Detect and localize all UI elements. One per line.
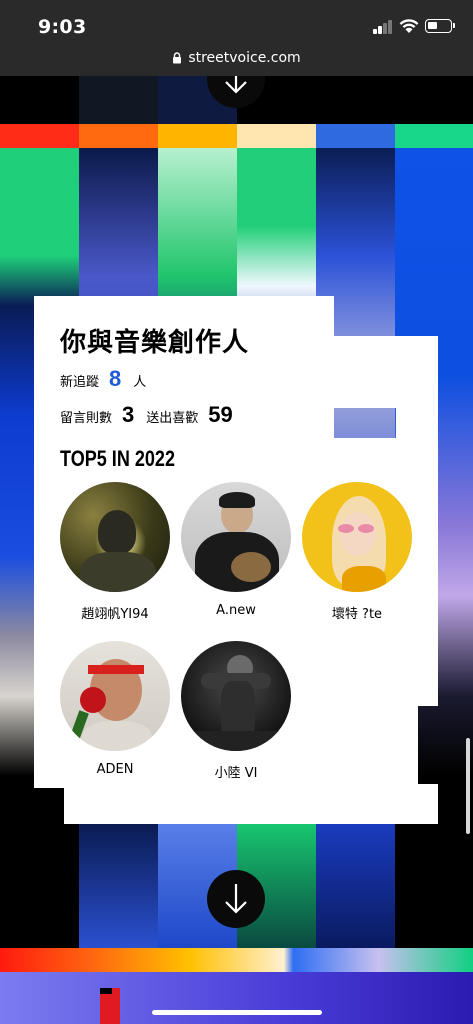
scroll-down-button[interactable] [207,870,265,928]
arrow-down-icon [225,884,247,914]
comments-label: 留言則數 [60,411,113,426]
wifi-icon [399,19,419,33]
artist-name: 壞特 ?te [331,607,383,622]
page-scrollbar[interactable] [466,738,470,834]
new-follows-unit: 人 [133,375,147,390]
new-follows-value: 8 [109,366,122,391]
artist-name: A.new [216,603,256,618]
url-bar-overlay: streetvoice.com [0,46,473,76]
url-text: streetvoice.com [188,50,301,66]
artist-item[interactable]: 小陸 VI [176,641,296,781]
top5-title: TOP5 IN 2022 [60,446,175,471]
lock-icon [173,52,182,64]
artist-item[interactable]: A.new [176,482,296,618]
artist-item[interactable]: 壞特 ?te [297,482,417,622]
card-title: 你與音樂創作人 [60,328,250,358]
activity-row: 留言則數 3 送出喜歡 59 [60,402,245,428]
artist-avatar[interactable] [60,641,170,751]
battery-level [428,22,437,29]
battery-icon [425,19,455,33]
new-follows-label: 新追蹤 [60,375,100,390]
artist-avatar[interactable] [302,482,412,592]
status-bar: 9:03 [0,0,473,46]
artist-item[interactable]: ADEN [55,641,175,777]
footer-band [0,972,473,1024]
artist-avatar[interactable] [60,482,170,592]
cellular-signal-icon [373,20,393,34]
new-follows-row: 新追蹤 8 人 [60,366,146,392]
artist-item[interactable]: 趙翊帆YI94 [55,482,175,622]
home-indicator[interactable] [152,1010,322,1015]
summary-card: 你與音樂創作人 新追蹤 8 人 留言則數 3 送出喜歡 59 TOP5 IN 2… [34,296,438,824]
comments-value: 3 [122,402,135,427]
likes-value: 59 [208,402,233,427]
artist-name: 小陸 VI [214,766,258,781]
color-stripe [0,948,473,972]
artist-name: 趙翊帆YI94 [81,607,149,622]
likes-label: 送出喜歡 [146,411,199,426]
logo-mark [100,988,120,1024]
artist-avatar[interactable] [181,641,291,751]
artist-avatar[interactable] [181,482,291,592]
status-time: 9:03 [38,16,87,38]
artist-name: ADEN [96,762,134,777]
